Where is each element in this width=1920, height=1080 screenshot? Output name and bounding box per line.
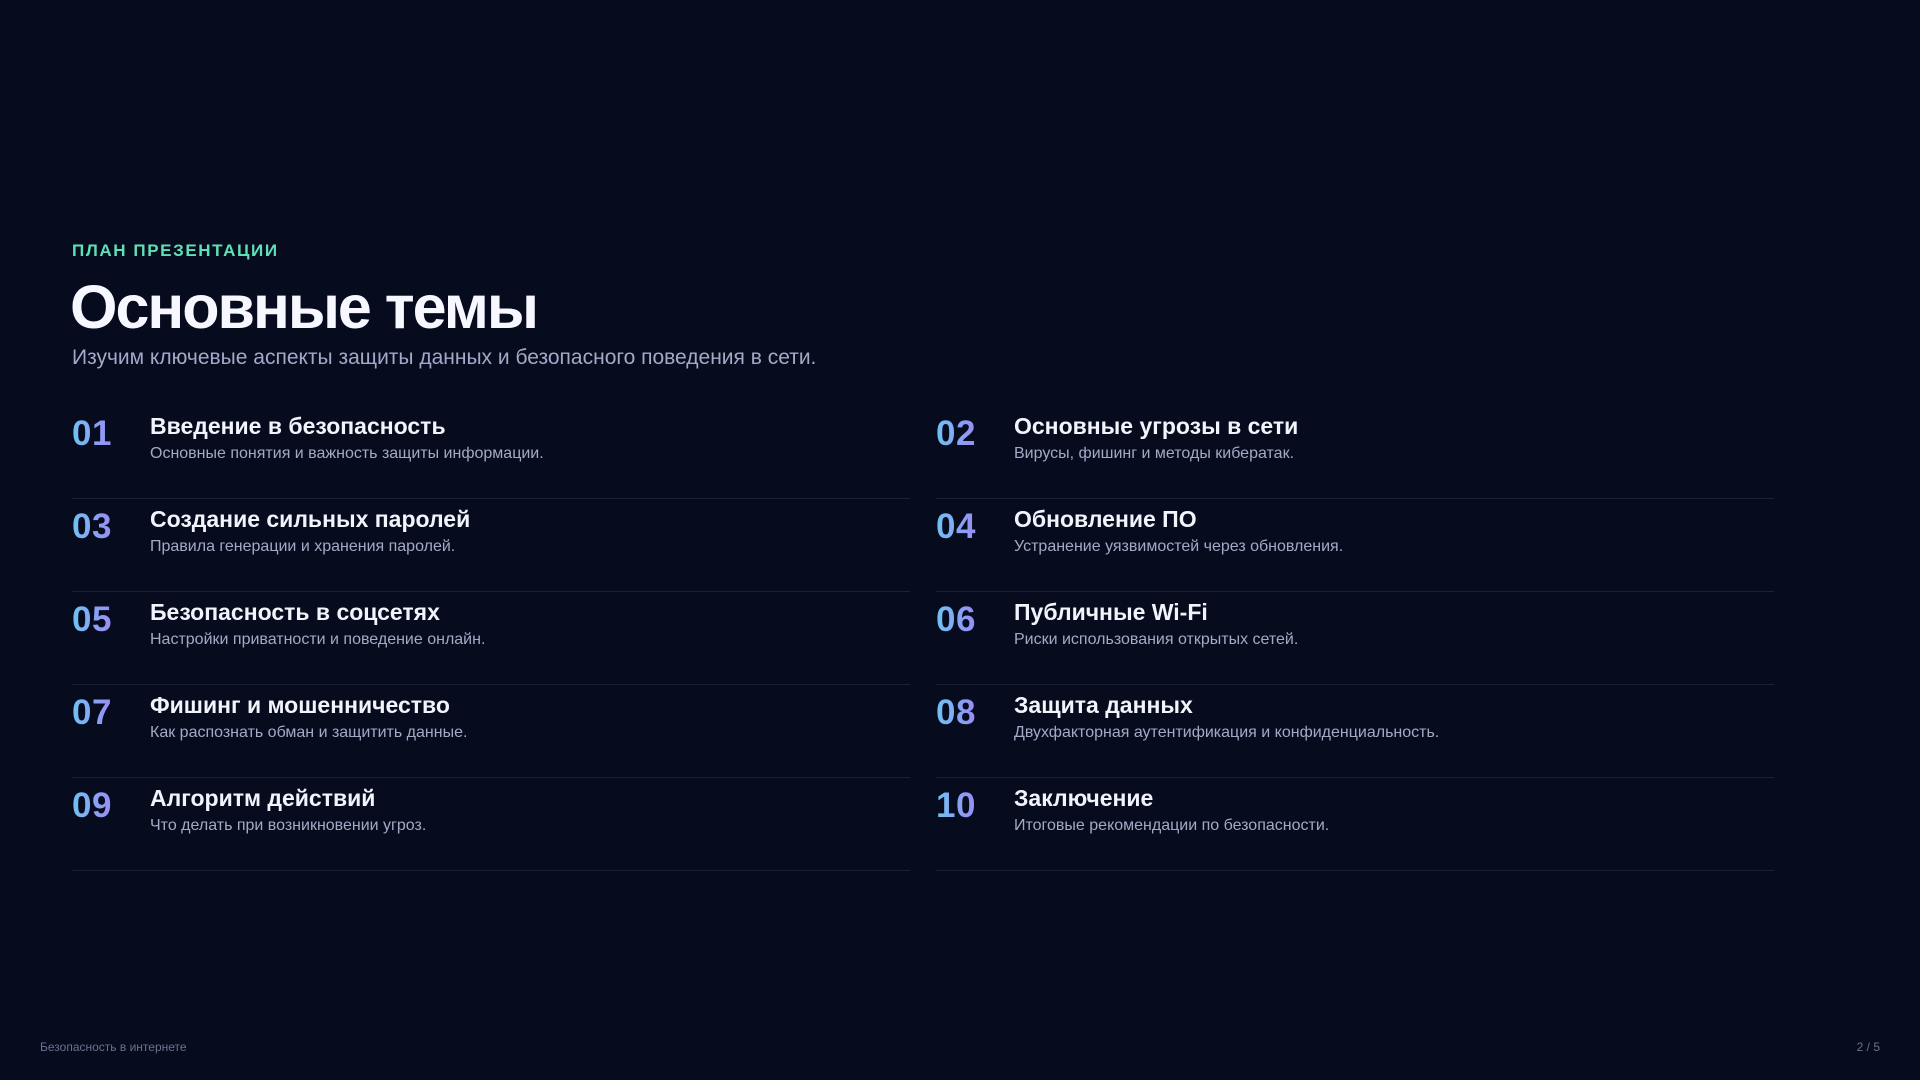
section-kicker: ПЛАН ПРЕЗЕНТАЦИИ [72,241,279,260]
topic-item-03: 03 Создание сильных паролей Правила гене… [72,499,910,592]
topic-description: Двухфакторная аутентификация и конфиденц… [1014,724,1440,741]
topic-number: 01 [72,414,112,453]
topic-title: Заключение [1014,785,1154,811]
topic-description: Основные понятия и важность защиты инфор… [150,445,544,462]
topic-item-05: 05 Безопасность в соцсетях Настройки при… [72,592,910,685]
topic-title: Фишинг и мошенничество [150,692,450,718]
topic-number: 02 [936,414,976,453]
topic-description: Как распознать обман и защитить данные. [150,724,468,741]
topic-item-08: 08 Защита данных Двухфакторная аутентифи… [936,685,1774,778]
topic-item-04: 04 Обновление ПО Устранение уязвимостей … [936,499,1774,592]
topic-description: Итоговые рекомендации по безопасности. [1014,817,1330,834]
topic-item-02: 02 Основные угрозы в сети Вирусы, фишинг… [936,406,1774,499]
topic-title: Основные угрозы в сети [1014,413,1299,439]
topic-number: 08 [936,693,976,732]
topic-number: 06 [936,600,976,639]
topic-title: Создание сильных паролей [150,506,471,532]
topic-title: Обновление ПО [1014,506,1197,532]
page-subtitle: Изучим ключевые аспекты защиты данных и … [72,346,817,369]
topic-description: Вирусы, фишинг и методы кибератак. [1014,445,1295,462]
topic-item-07: 07 Фишинг и мошенничество Как распознать… [72,685,910,778]
footer-presentation-name: Безопасность в интернете [40,1040,187,1054]
topic-title: Безопасность в соцсетях [150,599,440,625]
topic-item-10: 10 Заключение Итоговые рекомендации по б… [936,778,1774,871]
topic-item-06: 06 Публичные Wi-Fi Риски использования о… [936,592,1774,685]
topic-number: 05 [72,600,112,639]
page-title: Основные темы [70,273,539,341]
topic-number: 09 [72,786,112,825]
topic-title: Публичные Wi-Fi [1014,599,1208,625]
footer-page-indicator: 2 / 5 [1856,1040,1880,1054]
topic-description: Правила генерации и хранения паролей. [150,538,456,555]
topic-item-09: 09 Алгоритм действий Что делать при возн… [72,778,910,871]
topic-number: 03 [72,507,112,546]
topic-description: Настройки приватности и поведение онлайн… [150,631,486,648]
topic-title: Защита данных [1014,692,1193,718]
topic-title: Введение в безопасность [150,413,446,439]
topic-number: 10 [936,786,976,825]
topic-description: Что делать при возникновении угроз. [150,817,427,834]
topic-description: Риски использования открытых сетей. [1014,631,1299,648]
topics-grid: 01 Введение в безопасность Основные поня… [72,406,1774,871]
slide: ПЛАН ПРЕЗЕНТАЦИИ Основные темы Изучим кл… [0,0,1920,1080]
topic-number: 07 [72,693,112,732]
topic-description: Устранение уязвимостей через обновления. [1014,538,1344,555]
topic-item-01: 01 Введение в безопасность Основные поня… [72,406,910,499]
topic-number: 04 [936,507,976,546]
topic-title: Алгоритм действий [150,785,376,811]
